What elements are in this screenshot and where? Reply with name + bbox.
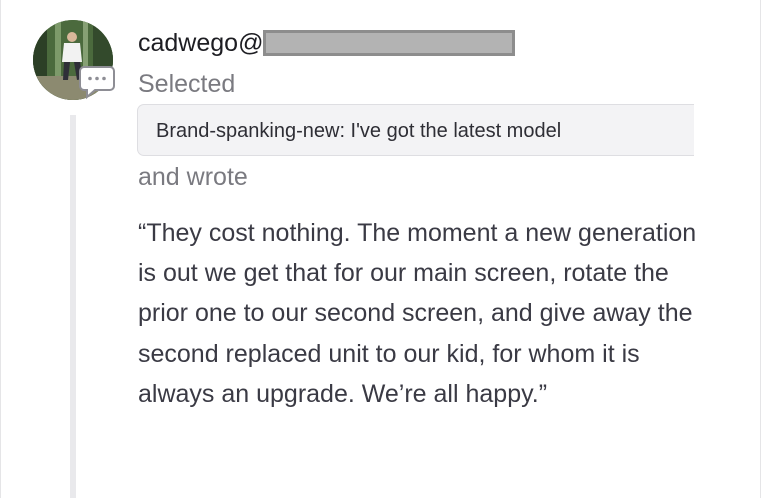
selected-text-chip[interactable]: Brand-spanking-new: I've got the latest … — [137, 104, 694, 156]
selected-label: Selected — [138, 70, 236, 98]
wrote-label: and wrote — [138, 163, 248, 191]
comment-bubble-icon — [78, 64, 116, 100]
redacted-email — [263, 30, 516, 56]
author-name-text: cadwego@ — [138, 28, 264, 57]
selected-text: Brand-spanking-new: I've got the latest … — [156, 120, 562, 142]
comment-text: “They cost nothing. The moment a new gen… — [138, 219, 697, 408]
thread-line — [70, 115, 76, 498]
author-name[interactable]: cadwego@ — [138, 28, 516, 58]
